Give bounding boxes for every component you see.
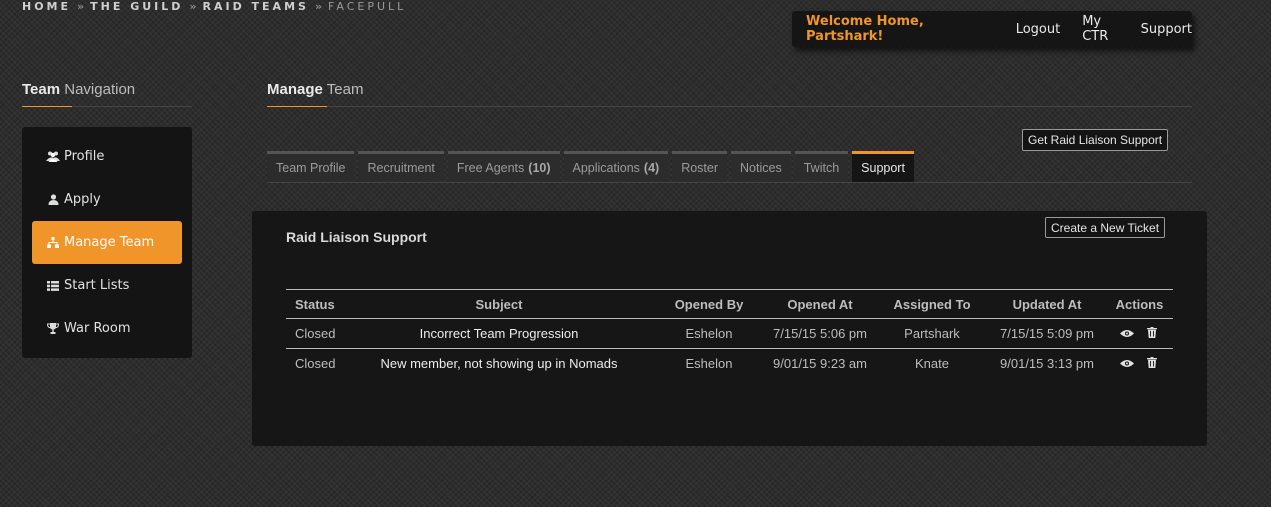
ticket-opened-by: Eshelon	[654, 318, 764, 349]
view-ticket-eye-icon[interactable]	[1119, 357, 1135, 371]
tabs-rule	[267, 182, 1192, 183]
tab-support[interactable]: Support	[852, 151, 914, 182]
team-tabs: Team Profile Recruitment Free Agents (10)…	[267, 151, 918, 182]
my-ctr-link[interactable]: My CTR	[1082, 14, 1129, 44]
ticket-updated-at: 9/01/15 3:13 pm	[1000, 356, 1094, 371]
ticket-actions	[1106, 349, 1173, 379]
support-link[interactable]: Support	[1141, 22, 1192, 37]
tab-label: Twitch	[803, 161, 840, 175]
ticket-status: Closed	[295, 356, 336, 371]
tab-label: Team Profile	[276, 161, 346, 175]
column-header-assigned-to[interactable]: Assigned To	[876, 289, 988, 319]
page-title-rule	[267, 106, 1192, 107]
sidebar-item-label: War Room	[64, 321, 131, 336]
tab-label: Recruitment	[367, 161, 435, 175]
breadcrumb-separator: »	[314, 0, 323, 13]
column-header-opened-at[interactable]: Opened At	[764, 289, 876, 319]
column-header-opened-by[interactable]: Opened By	[654, 289, 764, 319]
ticket-updated-at: 7/15/15 5:09 pm	[988, 318, 1106, 349]
sidebar-title-rest: Navigation	[64, 81, 136, 98]
sidebar-item-profile[interactable]: Profile	[32, 135, 182, 178]
page-title: Manage Team	[267, 81, 363, 98]
sidebar-title-bold: Team	[22, 81, 61, 98]
delete-ticket-trash-icon[interactable]	[1144, 326, 1160, 340]
ticket-opened-by: Eshelon	[685, 356, 733, 371]
breadcrumb-home[interactable]: HOME	[22, 0, 71, 13]
tab-notices[interactable]: Notices	[731, 151, 791, 182]
get-raid-liaison-support-button[interactable]: Get Raid Liaison Support	[1022, 129, 1169, 151]
breadcrumb-raid-teams[interactable]: RAID TEAMS	[203, 0, 309, 13]
ticket-actions	[1106, 318, 1173, 349]
breadcrumb: HOME » THE GUILD » RAID TEAMS » FACEPULL	[22, 0, 406, 13]
team-navigation: Profile Apply Manage Team Start Lists Wa…	[22, 127, 192, 358]
sidebar-item-start-lists[interactable]: Start Lists	[32, 264, 182, 307]
column-header-subject[interactable]: Subject	[344, 289, 654, 319]
page-title-rest: Team	[326, 81, 364, 98]
tab-count: (4)	[643, 161, 660, 175]
tab-team-profile[interactable]: Team Profile	[267, 151, 355, 182]
users-icon	[46, 151, 60, 162]
tab-label: Support	[861, 161, 905, 175]
tab-roster[interactable]: Roster	[672, 151, 728, 182]
breadcrumb-separator: »	[77, 0, 85, 13]
ticket-subject[interactable]: Incorrect Team Progression	[344, 318, 654, 349]
sidebar-item-label: Manage Team	[64, 235, 155, 250]
user-bar: Welcome Home, Partshark! Logout My CTR S…	[792, 11, 1192, 47]
tab-label: Notices	[740, 161, 782, 175]
sidebar-title-accent	[22, 106, 72, 107]
sidebar-item-label: Profile	[64, 149, 105, 164]
panel-title: Raid Liaison Support	[286, 229, 427, 245]
list-icon	[46, 280, 60, 291]
column-header-status[interactable]: Status	[286, 289, 344, 319]
sidebar-item-label: Apply	[64, 192, 101, 207]
page-title-accent	[267, 106, 327, 107]
sidebar-item-apply[interactable]: Apply	[32, 178, 182, 221]
tab-free-agents[interactable]: Free Agents (10)	[447, 151, 560, 182]
sidebar-item-war-room[interactable]: War Room	[32, 307, 182, 350]
table-row[interactable]: Closed New member, not showing up in Nom…	[286, 349, 1173, 379]
tab-label: Free Agents	[456, 161, 525, 175]
tab-twitch[interactable]: Twitch	[794, 151, 849, 182]
ticket-subject[interactable]: New member, not showing up in Nomads	[344, 349, 654, 379]
trophy-icon	[46, 323, 60, 334]
sidebar-title: Team Navigation	[22, 81, 135, 98]
tab-label: Roster	[681, 161, 719, 175]
sidebar-item-manage-team[interactable]: Manage Team	[32, 221, 182, 264]
sitemap-icon	[46, 237, 60, 248]
ticket-assigned-to: Knate	[915, 356, 949, 371]
delete-ticket-trash-icon[interactable]	[1144, 356, 1160, 370]
page-title-bold: Manage	[267, 81, 323, 98]
ticket-assigned-to: Partshark	[876, 318, 988, 349]
create-new-ticket-button[interactable]: Create a New Ticket	[1045, 217, 1166, 238]
column-header-actions: Actions	[1106, 289, 1173, 319]
user-icon	[46, 194, 60, 205]
welcome-message: Welcome Home, Partshark!	[806, 14, 924, 44]
sidebar-title-rule	[22, 106, 192, 107]
column-header-updated-at[interactable]: Updated At	[988, 289, 1106, 319]
ticket-opened-at: 9/01/15 9:23 am	[773, 356, 867, 371]
ticket-status: Closed	[286, 318, 344, 349]
raid-liaison-panel: Raid Liaison Support Create a New Ticket…	[252, 211, 1207, 446]
table-row[interactable]: Closed Incorrect Team Progression Eshelo…	[286, 318, 1173, 349]
sidebar-item-label: Start Lists	[64, 278, 130, 293]
tab-recruitment[interactable]: Recruitment	[358, 151, 444, 182]
tab-label: Applications	[572, 161, 640, 175]
breadcrumb-current: FACEPULL	[328, 0, 407, 13]
table-header-row: Status Subject Opened By Opened At Assig…	[286, 289, 1173, 319]
ticket-opened-at: 7/15/15 5:06 pm	[764, 318, 876, 349]
logout-link[interactable]: Logout	[1016, 22, 1061, 37]
tab-applications[interactable]: Applications (4)	[563, 151, 669, 182]
tab-count: (10)	[528, 161, 551, 175]
tickets-table: Status Subject Opened By Opened At Assig…	[286, 289, 1173, 378]
view-ticket-eye-icon[interactable]	[1119, 327, 1135, 341]
breadcrumb-the-guild[interactable]: THE GUILD	[90, 0, 183, 13]
breadcrumb-separator: »	[189, 0, 197, 13]
